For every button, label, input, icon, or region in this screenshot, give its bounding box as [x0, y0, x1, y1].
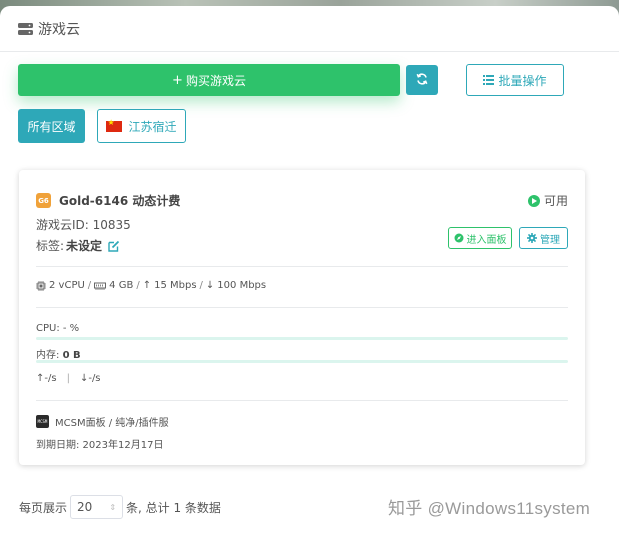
expire-date: 到期日期: 2023年12月17日 — [36, 440, 164, 451]
tag-label: 标签: — [36, 239, 65, 253]
refresh-button[interactable] — [406, 65, 438, 95]
divider — [36, 400, 568, 401]
pagination: 每页展示 20 ⇕ 条, 总计 1 条数据 — [19, 495, 221, 519]
page-size-value: 20 — [77, 500, 93, 514]
arrow-down-icon: ↓ — [205, 280, 215, 291]
plan-badge: G6 — [36, 193, 51, 208]
manage-button[interactable]: 管理 — [519, 227, 568, 249]
all-regions-button[interactable]: 所有区域 — [18, 109, 85, 143]
enter-panel-button[interactable]: 进入面板 — [448, 227, 512, 249]
region-label: 江苏宿迁 — [128, 119, 177, 134]
page-size-prefix: 每页展示 — [19, 500, 68, 515]
memory-usage-bar — [36, 360, 568, 363]
china-flag-icon — [106, 118, 123, 132]
spec-separator: / — [136, 280, 140, 291]
play-circle-icon — [527, 194, 540, 207]
all-regions-label: 所有区域 — [27, 119, 76, 134]
server-card: G6 Gold-6146 动态计费 可用 游戏云ID: 10835 标签: 未设… — [19, 170, 585, 465]
spec-line: 2 vCPU / 4 GB / ↑ 15 Mbps / ↓ 100 Mbps — [36, 280, 266, 291]
upload-spec: 15 Mbps — [154, 280, 197, 291]
spec-separator: / — [199, 280, 203, 291]
cpu-usage-text: CPU: - % — [36, 323, 80, 334]
spec-separator: / — [87, 280, 92, 291]
arrow-up-icon: ↑ — [142, 280, 152, 291]
plus-icon: + — [172, 72, 183, 88]
ram-spec: 4 GB — [109, 280, 134, 291]
buy-game-cloud-button[interactable]: + 购买游戏云 — [18, 64, 400, 96]
refresh-icon — [416, 72, 428, 88]
batch-button-label: 批量操作 — [498, 73, 547, 88]
network-line: ↑-/s | ↓-/s — [36, 373, 101, 384]
memory-icon — [94, 282, 107, 290]
cpu-icon — [36, 280, 46, 291]
enter-panel-label: 进入面板 — [466, 234, 507, 246]
cpu-spec: 2 vCPU — [49, 280, 85, 291]
page-size-suffix: 条, 总计 1 条数据 — [126, 500, 221, 515]
page-size-select[interactable]: 20 ⇕ — [70, 495, 124, 519]
server-icon — [18, 22, 33, 35]
tag-value: 未设定 — [66, 239, 103, 253]
plan-row: G6 Gold-6146 动态计费 — [36, 192, 180, 209]
page-title: 游戏云 — [38, 21, 80, 38]
mcsm-logo-icon: MCSM — [36, 415, 49, 428]
game-cloud-panel: 游戏云 + 购买游戏云 批量操作 所有区域 ★ 江苏宿迁 G6 Gold-614… — [0, 6, 619, 534]
watermark: 知乎 @Windows11system — [388, 499, 591, 518]
status-text: 可用 — [543, 194, 568, 208]
cpu-usage-bar — [36, 337, 568, 340]
panel-type-text: MCSM面板 / 纯净/插件服 — [55, 418, 169, 429]
plan-name: Gold-6146 动态计费 — [59, 194, 181, 208]
buy-button-label: 购买游戏云 — [185, 73, 246, 88]
status-badge: 可用 — [527, 192, 568, 209]
edit-icon[interactable] — [108, 240, 120, 252]
divider — [36, 266, 568, 267]
region-jiangsu-suqian-button[interactable]: 江苏宿迁 — [97, 109, 186, 143]
download-spec: 100 Mbps — [217, 280, 267, 291]
divider — [36, 307, 568, 308]
list-icon — [483, 75, 495, 85]
manage-label: 管理 — [540, 234, 560, 246]
panel-header: 游戏云 — [0, 6, 619, 52]
chevron-updown-icon: ⇕ — [109, 502, 117, 512]
gear-icon — [527, 233, 537, 243]
net-separator: | — [66, 373, 70, 384]
compass-icon — [454, 233, 464, 243]
tag-line: 标签: 未设定 — [36, 237, 120, 254]
net-down: ↓-/s — [79, 373, 101, 384]
memory-usage-text: 内存: 0 B — [36, 346, 81, 361]
server-id: 游戏云ID: 10835 — [36, 218, 131, 232]
net-up: ↑-/s — [36, 373, 57, 384]
batch-operation-button[interactable]: 批量操作 — [466, 64, 564, 96]
panel-type-line: MCSM MCSM面板 / 纯净/插件服 — [36, 414, 169, 429]
